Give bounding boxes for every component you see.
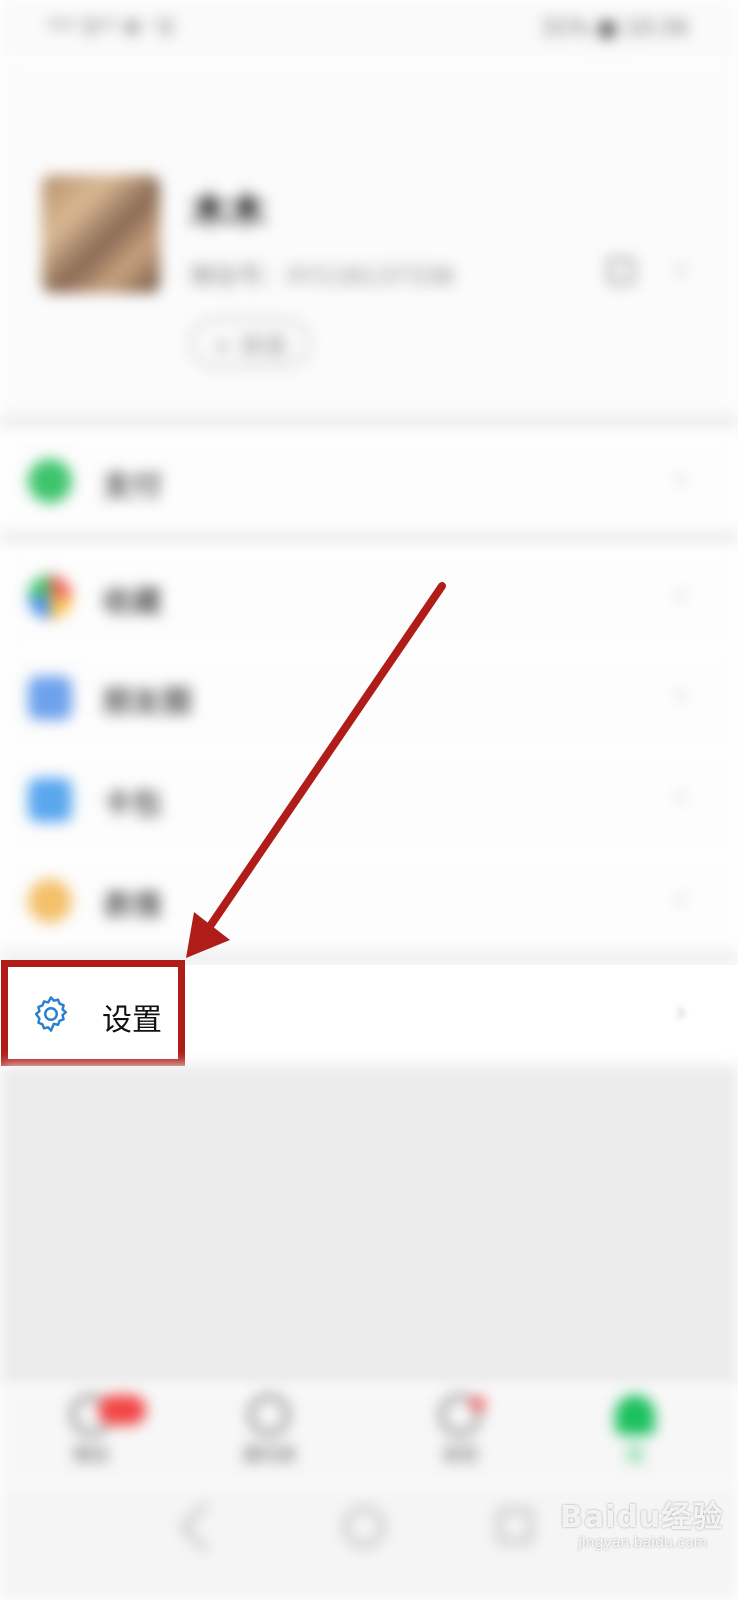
nickname: 木木 (190, 189, 267, 233)
watermark-brand: Baidu经验 (560, 1500, 724, 1535)
battery-time: 31% ■ 10:34 (540, 16, 688, 41)
home-icon[interactable] (344, 1507, 384, 1547)
menu-item-moments[interactable]: 朋友圈 › (0, 647, 738, 749)
chevron-right-icon: › (675, 881, 687, 916)
menu-item-cards[interactable]: 卡包 › (0, 749, 738, 851)
bottom-tab-bar: 微信 通讯录 发现 我 (0, 1387, 738, 1485)
unread-badge (98, 1395, 146, 1425)
menu-item-favorites[interactable]: 收藏 › (0, 547, 738, 647)
add-status-button[interactable]: + 状态 (190, 318, 310, 368)
tab-label: 我 (626, 1445, 644, 1466)
section-divider (0, 531, 738, 547)
menu-item-label: 表情 (102, 889, 162, 924)
chevron-right-icon: › (675, 252, 687, 287)
tab-me[interactable]: 我 (580, 1395, 690, 1467)
profile-header[interactable]: 木木 微信号：XY116137336 › + 状态 (0, 60, 738, 415)
contacts-icon (249, 1395, 289, 1435)
tab-contacts[interactable]: 通讯录 (214, 1395, 324, 1467)
menu-item-label: 朋友圈 (102, 685, 192, 720)
tab-label: 发现 (442, 1445, 478, 1466)
wechat-id: 微信号：XY116137336 (190, 262, 455, 290)
empty-area (0, 1065, 738, 1387)
chevron-right-icon: › (675, 677, 687, 712)
person-icon (615, 1395, 655, 1435)
chevron-right-icon: › (675, 779, 687, 814)
tab-label: 通讯录 (242, 1445, 296, 1466)
tab-chats[interactable]: 微信 (36, 1395, 146, 1467)
back-icon[interactable] (180, 1502, 230, 1552)
menu-item-label: 卡包 (102, 787, 162, 822)
menu-item-label: 支付 (102, 469, 162, 504)
chevron-right-icon: › (675, 461, 687, 496)
recent-apps-icon[interactable] (498, 1509, 532, 1543)
menu-item-stickers[interactable]: 表情 › (0, 851, 738, 951)
status-bar: *ᵃᴵᴵ 5ᴳᴵᴵ ❉ ᴵ 0 31% ■ 10:34 (0, 0, 738, 60)
section-divider (0, 415, 738, 431)
qr-code-icon[interactable] (608, 258, 634, 284)
chevron-right-icon: › (675, 577, 687, 612)
stickers-icon (28, 879, 72, 923)
wechat-pay-icon (28, 459, 72, 503)
tab-label: 微信 (73, 1445, 109, 1466)
watermark-url: jingyan.baidu.com (578, 1535, 708, 1551)
highlight-box (1, 960, 185, 1066)
card-wallet-icon (28, 778, 72, 822)
avatar[interactable] (42, 175, 160, 293)
favorites-icon (28, 575, 72, 619)
tab-discover[interactable]: 发现 (405, 1395, 515, 1467)
signal-indicators: *ᵃᴵᴵ 5ᴳᴵᴵ ❉ ᴵ 0 (48, 16, 174, 41)
chevron-right-icon: › (675, 995, 687, 1030)
moments-icon (28, 676, 72, 720)
menu-item-pay[interactable]: 支付 › (0, 431, 738, 531)
menu-item-label: 收藏 (102, 585, 162, 620)
notification-dot (471, 1397, 485, 1411)
